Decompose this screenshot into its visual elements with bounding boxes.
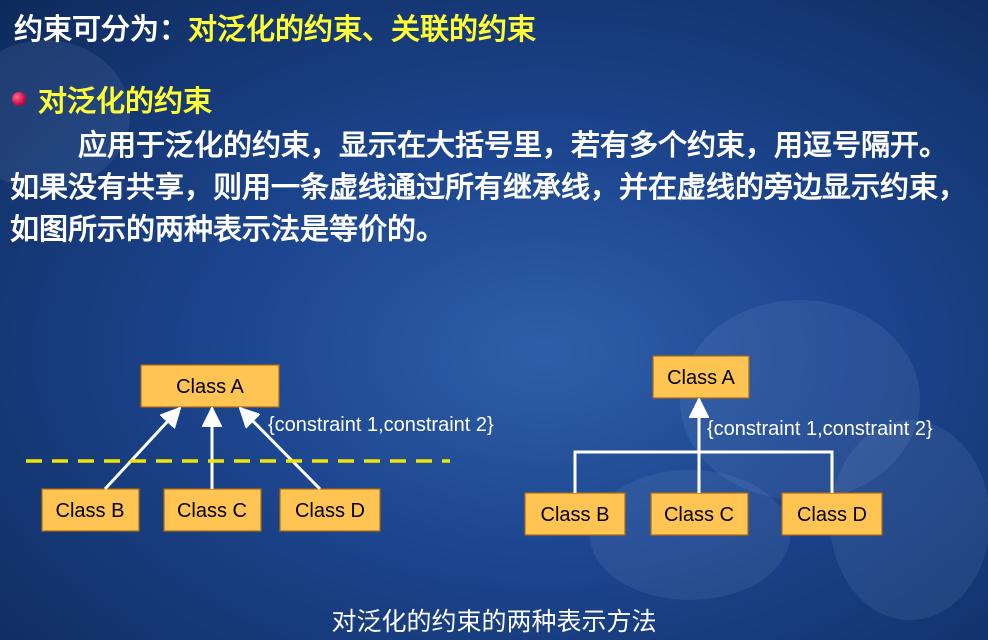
left-constraint-label: {constraint 1,constraint 2} — [268, 414, 494, 436]
left-inheritance-line-b — [103, 408, 180, 491]
left-diagram: Class A Class B Class C Class D {constra… — [26, 364, 494, 532]
right-class-b-label: Class B — [541, 504, 610, 526]
left-class-a-label: Class A — [176, 376, 244, 398]
right-class-c-label: Class C — [664, 504, 734, 526]
figure-caption: 对泛化的约束的两种表示方法 — [331, 607, 657, 636]
left-class-c-label: Class C — [177, 500, 247, 522]
right-class-a-label: Class A — [667, 367, 735, 389]
right-constraint-label: {constraint 1,constraint 2} — [707, 418, 933, 440]
generalization-diagrams: Class A Class B Class C Class D {constra… — [26, 355, 933, 536]
right-shared-branch-line — [573, 450, 834, 493]
left-class-d-label: Class D — [295, 500, 365, 522]
left-class-b-label: Class B — [56, 500, 125, 522]
right-class-d-label: Class D — [797, 504, 867, 526]
right-diagram: Class A Class B Class C Class D {constra… — [524, 355, 933, 536]
